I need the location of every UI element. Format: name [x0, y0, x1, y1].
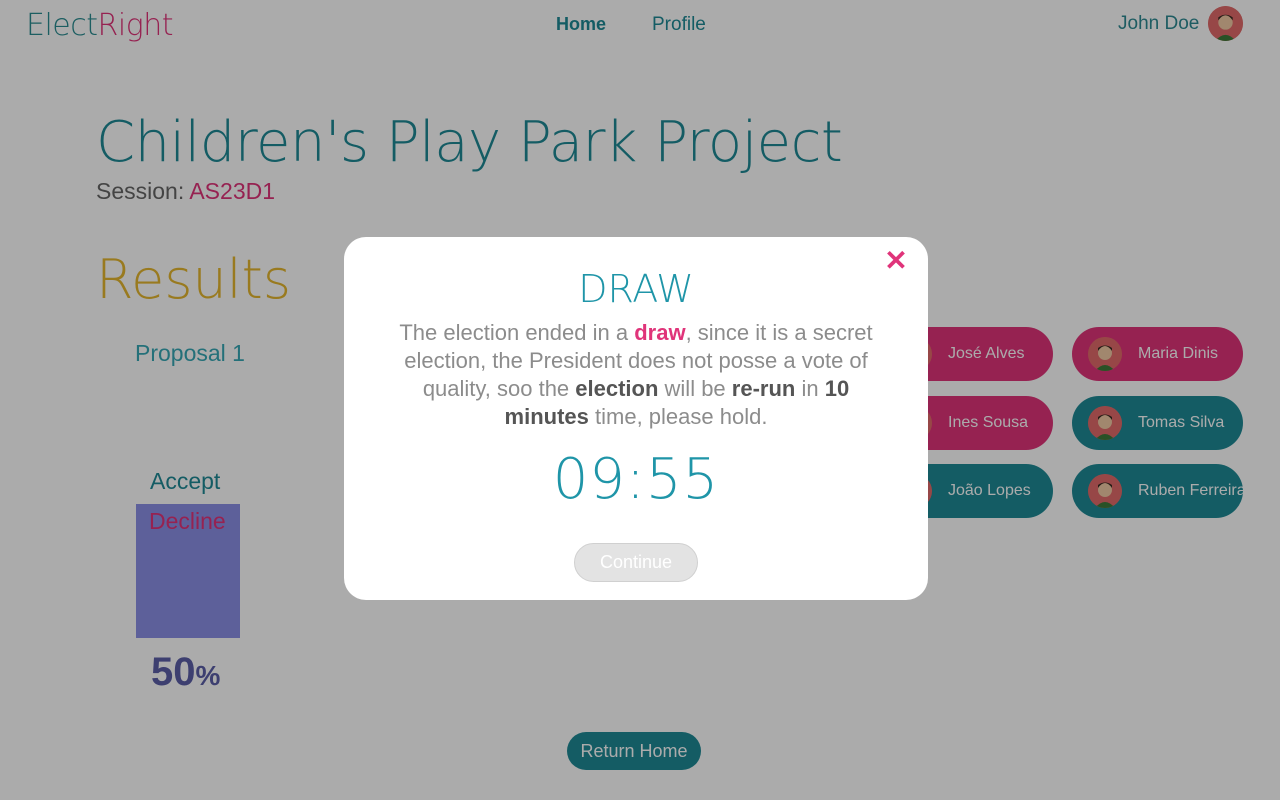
highlight-draw: draw	[634, 320, 686, 345]
modal-message: The election ended in a draw, since it i…	[399, 320, 873, 429]
modal-title: DRAW	[578, 267, 694, 311]
continue-button[interactable]: Continue	[574, 543, 698, 582]
draw-result-modal: ✕ DRAW The election ended in a draw, sin…	[344, 237, 928, 600]
highlight-rerun: re-run	[731, 376, 796, 401]
countdown-timer: 09:55	[552, 447, 720, 512]
highlight-election: election	[575, 376, 659, 401]
